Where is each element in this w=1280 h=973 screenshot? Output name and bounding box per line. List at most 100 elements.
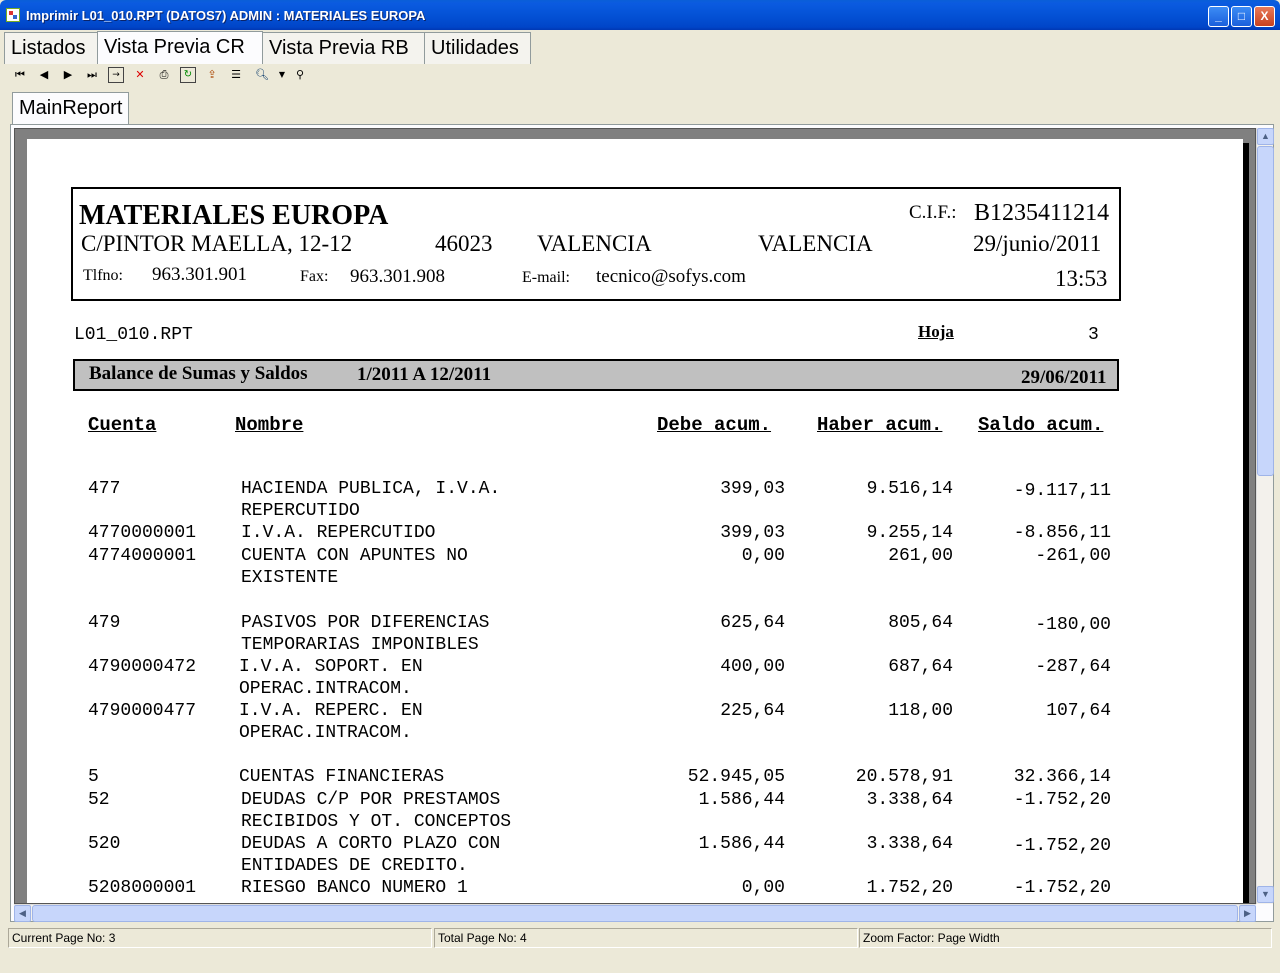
vertical-scroll-thumb[interactable]	[1257, 146, 1274, 476]
haber-value: 9.516,14	[866, 479, 953, 499]
account-code: 477	[88, 479, 121, 499]
table-row: 5 CUENTAS FINANCIERAS 52.945,05 20.578,9…	[27, 767, 1243, 787]
account-code: 4774000001	[88, 546, 197, 566]
report-toolbar: ⏮ ◀ ▶ ⏭ → ✕ ⎙ ↻ ⇪ ☰ 🔍︎ ▼ ⚲	[10, 66, 1270, 86]
report-date-short: 29/06/2011	[1021, 367, 1107, 388]
group-tree-icon[interactable]: ☰	[228, 67, 244, 83]
cif-value: B1235411214	[974, 200, 1110, 226]
stop-icon[interactable]: ✕	[132, 67, 148, 83]
haber-value: 261,00	[888, 546, 953, 566]
company-city: VALENCIA	[537, 231, 652, 256]
company-province: VALENCIA	[758, 231, 873, 256]
print-icon[interactable]: ⎙	[156, 67, 172, 83]
report-title: Balance de Sumas y Saldos	[89, 363, 308, 384]
scroll-up-icon[interactable]: ▲	[1257, 128, 1274, 145]
column-header-debe: Debe acum.	[657, 414, 772, 436]
company-zip: 46023	[435, 231, 493, 256]
next-page-icon[interactable]: ▶	[60, 67, 76, 83]
debe-value: 52.945,05	[687, 767, 785, 787]
zoom-dropdown-icon[interactable]: ▼	[274, 67, 290, 83]
first-page-icon[interactable]: ⏮	[12, 67, 28, 83]
status-bar: Current Page No: 3 Total Page No: 4 Zoom…	[8, 928, 1272, 948]
column-header-nombre: Nombre	[235, 414, 304, 436]
title-bar: Imprimir L01_010.RPT (DATOS7) ADMIN : MA…	[0, 0, 1280, 30]
saldo-value: 107,64	[1046, 701, 1111, 721]
saldo-value: 32.366,14	[1013, 767, 1111, 787]
debe-value: 399,03	[720, 523, 785, 543]
horizontal-scrollbar[interactable]: ◀ ▶	[14, 904, 1256, 922]
page-number: 3	[1088, 325, 1099, 345]
fax-value: 963.301.908	[350, 266, 445, 287]
column-header-saldo: Saldo acum.	[978, 414, 1104, 436]
haber-value: 3.338,64	[866, 834, 953, 854]
scroll-down-icon[interactable]: ▼	[1257, 886, 1274, 903]
table-row: 479 PASIVOS POR DIFERENCIAS TEMPORARIAS …	[27, 613, 1243, 655]
table-row: 4790000477 I.V.A. REPERC. EN OPERAC.INTR…	[27, 701, 1243, 743]
vertical-scrollbar[interactable]: ▲ ▼	[1256, 128, 1274, 904]
table-row: 520 DEUDAS A CORTO PLAZO CON ENTIDADES D…	[27, 834, 1243, 876]
email-value: tecnico@sofys.com	[596, 266, 746, 287]
saldo-value: -180,00	[1035, 615, 1111, 635]
goto-page-icon[interactable]: →	[108, 67, 124, 83]
debe-value: 0,00	[741, 546, 785, 566]
close-button[interactable]: X	[1254, 6, 1275, 27]
tab-vista-previa-rb[interactable]: Vista Previa RB	[262, 32, 425, 64]
export-icon[interactable]: ⇪	[204, 67, 220, 83]
tab-mainreport[interactable]: MainReport	[12, 92, 130, 124]
account-name-cont: OPERAC.INTRACOM.	[239, 723, 412, 743]
zoom-status: Zoom Factor: Page Width	[859, 928, 1272, 948]
saldo-value: -9.117,11	[1013, 481, 1111, 501]
phone-value: 963.301.901	[152, 264, 247, 285]
scroll-right-icon[interactable]: ▶	[1239, 905, 1256, 922]
maximize-button[interactable]: □	[1231, 6, 1252, 27]
scroll-left-icon[interactable]: ◀	[14, 905, 31, 922]
account-name: DEUDAS C/P POR PRESTAMOS	[241, 790, 501, 810]
account-code: 5208000001	[88, 878, 197, 898]
horizontal-scroll-thumb[interactable]	[32, 905, 1238, 922]
zoom-icon[interactable]: 🔍︎	[254, 67, 270, 83]
page-label: Hoja	[918, 322, 954, 341]
prev-page-icon[interactable]: ◀	[36, 67, 52, 83]
debe-value: 225,64	[720, 701, 785, 721]
account-name: DEUDAS A CORTO PLAZO CON	[241, 834, 501, 854]
debe-value: 399,03	[720, 479, 785, 499]
account-code: 520	[88, 834, 121, 854]
minimize-button[interactable]: _	[1208, 6, 1229, 27]
haber-value: 20.578,91	[855, 767, 953, 787]
debe-value: 625,64	[720, 613, 785, 633]
tab-utilidades[interactable]: Utilidades	[424, 32, 531, 64]
haber-value: 9.255,14	[866, 523, 953, 543]
table-row: 52 DEUDAS C/P POR PRESTAMOS RECIBIDOS Y …	[27, 790, 1243, 832]
account-code: 4790000477	[88, 701, 197, 721]
refresh-icon[interactable]: ↻	[180, 67, 196, 83]
haber-value: 3.338,64	[866, 790, 953, 810]
account-name: CUENTAS FINANCIERAS	[239, 767, 445, 787]
tab-listados[interactable]: Listados	[4, 32, 98, 64]
table-row: 4790000472 I.V.A. SOPORT. EN OPERAC.INTR…	[27, 657, 1243, 699]
account-name: CUENTA CON APUNTES NO	[241, 546, 468, 566]
search-icon[interactable]: ⚲	[292, 67, 308, 83]
report-time: 13:53	[1055, 266, 1108, 291]
account-name-cont: OPERAC.INTRACOM.	[239, 679, 412, 699]
haber-value: 1.752,20	[866, 878, 953, 898]
account-name: HACIENDA PUBLICA, I.V.A.	[241, 479, 501, 499]
last-page-icon[interactable]: ⏭	[84, 67, 100, 83]
app-icon[interactable]	[6, 8, 20, 22]
saldo-value: -287,64	[1035, 657, 1111, 677]
account-name: I.V.A. REPERCUTIDO	[241, 523, 436, 543]
saldo-value: -261,00	[1035, 546, 1111, 566]
report-page: MATERIALES EUROPA C.I.F.: B1235411214 C/…	[27, 139, 1243, 903]
account-name-cont: REPERCUTIDO	[241, 501, 360, 521]
report-viewer[interactable]: MATERIALES EUROPA C.I.F.: B1235411214 C/…	[14, 128, 1256, 904]
debe-value: 0,00	[741, 878, 785, 898]
current-page-status: Current Page No: 3	[8, 928, 432, 948]
account-name-cont: RECIBIDOS Y OT. CONCEPTOS	[241, 812, 512, 832]
phone-label: Tlfno:	[83, 267, 123, 284]
tab-vista-previa-cr[interactable]: Vista Previa CR	[97, 31, 263, 64]
haber-value: 118,00	[888, 701, 953, 721]
total-pages-status: Total Page No: 4	[434, 928, 858, 948]
fax-label: Fax:	[300, 268, 329, 285]
account-name-cont: EXISTENTE	[241, 568, 339, 588]
account-code: 4770000001	[88, 523, 197, 543]
account-name: I.V.A. SOPORT. EN	[239, 657, 423, 677]
